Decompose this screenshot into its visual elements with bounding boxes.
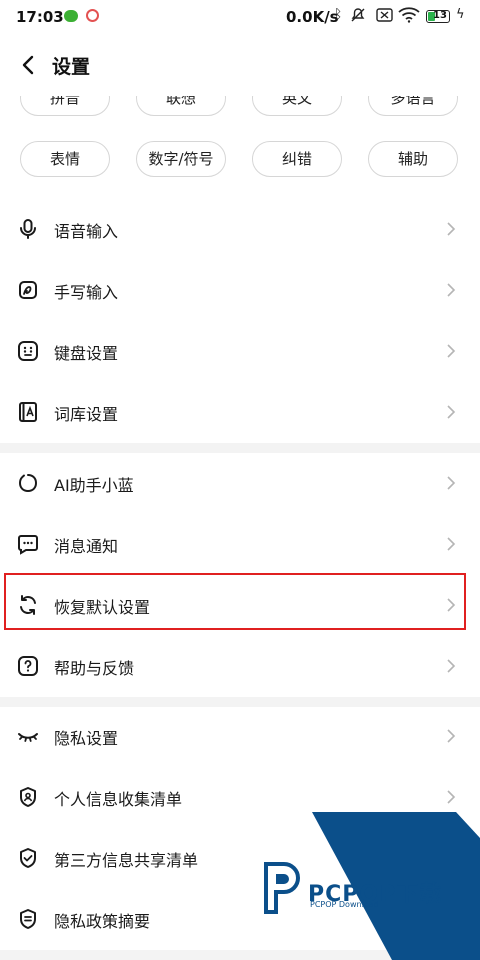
chevron-right-icon xyxy=(446,728,456,744)
chevron-right-icon xyxy=(446,282,456,298)
dictionary-icon xyxy=(16,400,40,424)
chip-multilang[interactable]: 多语言 xyxy=(368,96,458,116)
microphone-icon xyxy=(16,217,40,241)
wechat-icon xyxy=(64,10,78,22)
row-label: 键盘设置 xyxy=(54,344,119,363)
network-speed: 0.0K/s xyxy=(286,8,339,26)
watermark-subtext: PCPOP Download xyxy=(310,900,379,909)
wifi-icon xyxy=(398,7,420,27)
app-header: 设置 xyxy=(0,40,480,90)
row-dictionary-settings[interactable]: 词库设置 xyxy=(0,382,480,443)
chevron-right-icon xyxy=(446,789,456,805)
row-restore-defaults[interactable]: 恢复默认设置 xyxy=(0,575,480,636)
chevron-right-icon xyxy=(446,343,456,359)
chevron-right-icon xyxy=(446,221,456,237)
section-divider xyxy=(0,443,480,453)
chevron-right-icon xyxy=(446,536,456,552)
sim-off-icon xyxy=(376,7,394,27)
row-handwriting-input[interactable]: 手写输入 xyxy=(0,260,480,321)
row-personal-info-list[interactable]: 个人信息收集清单 xyxy=(0,767,480,828)
row-label: 消息通知 xyxy=(54,537,119,556)
chevron-right-icon xyxy=(446,475,456,491)
chip-pinyin[interactable]: 拼音 xyxy=(20,96,110,116)
pcpop-logo-icon xyxy=(264,862,300,914)
section-divider xyxy=(0,950,480,960)
reset-icon xyxy=(16,593,40,617)
row-privacy-settings[interactable]: 隐私设置 xyxy=(0,706,480,767)
mute-icon xyxy=(350,7,366,27)
eye-closed-icon xyxy=(16,724,40,748)
row-label: 隐私设置 xyxy=(54,729,119,748)
chevron-right-icon xyxy=(446,597,456,613)
status-bar: 17:03 0.0K/s ᛒ 13 ϟ xyxy=(0,0,480,34)
keyboard-chips: 拼音 联想 英文 多语言 表情 数字/符号 纠错 辅助 xyxy=(0,96,480,180)
row-label: 语音输入 xyxy=(54,222,119,241)
charging-icon: ϟ xyxy=(456,7,465,22)
row-label: 恢复默认设置 xyxy=(54,598,151,617)
chip-assist[interactable]: 辅助 xyxy=(368,141,458,177)
row-keyboard-settings[interactable]: 键盘设置 xyxy=(0,321,480,382)
chip-numbers-symbols[interactable]: 数字/符号 xyxy=(136,141,226,177)
message-icon xyxy=(16,532,40,556)
personal-info-icon xyxy=(16,785,40,809)
page-title: 设置 xyxy=(52,56,91,78)
row-message-notification[interactable]: 消息通知 xyxy=(0,514,480,575)
bluetooth-icon: ᛒ xyxy=(334,7,343,23)
status-time: 17:03 xyxy=(16,8,64,26)
battery-icon: 13 xyxy=(426,10,450,23)
chip-association[interactable]: 联想 xyxy=(136,96,226,116)
chip-correction[interactable]: 纠错 xyxy=(252,141,342,177)
row-voice-input[interactable]: 语音输入 xyxy=(0,199,480,260)
handwriting-icon xyxy=(16,278,40,302)
row-label: 手写输入 xyxy=(54,283,119,302)
row-label: AI助手小蓝 xyxy=(54,476,134,495)
privacy-policy-icon xyxy=(16,907,40,931)
battery-level: 13 xyxy=(433,10,447,21)
keyboard-icon xyxy=(16,339,40,363)
chip-emoji[interactable]: 表情 xyxy=(20,141,110,177)
chevron-right-icon xyxy=(446,658,456,674)
chip-english[interactable]: 英文 xyxy=(252,96,342,116)
row-label: 帮助与反馈 xyxy=(54,659,135,678)
row-ai-assistant[interactable]: AI助手小蓝 xyxy=(0,453,480,514)
app-icon xyxy=(86,9,99,22)
row-label: 词库设置 xyxy=(54,405,119,424)
ai-assistant-icon xyxy=(16,471,40,495)
help-icon xyxy=(16,654,40,678)
shield-check-icon xyxy=(16,846,40,870)
row-label: 隐私政策摘要 xyxy=(54,912,151,931)
chevron-left-icon[interactable] xyxy=(16,52,42,78)
row-help-feedback[interactable]: 帮助与反馈 xyxy=(0,636,480,697)
chevron-right-icon xyxy=(446,404,456,420)
row-label: 第三方信息共享清单 xyxy=(54,851,199,870)
row-label: 个人信息收集清单 xyxy=(54,790,183,809)
